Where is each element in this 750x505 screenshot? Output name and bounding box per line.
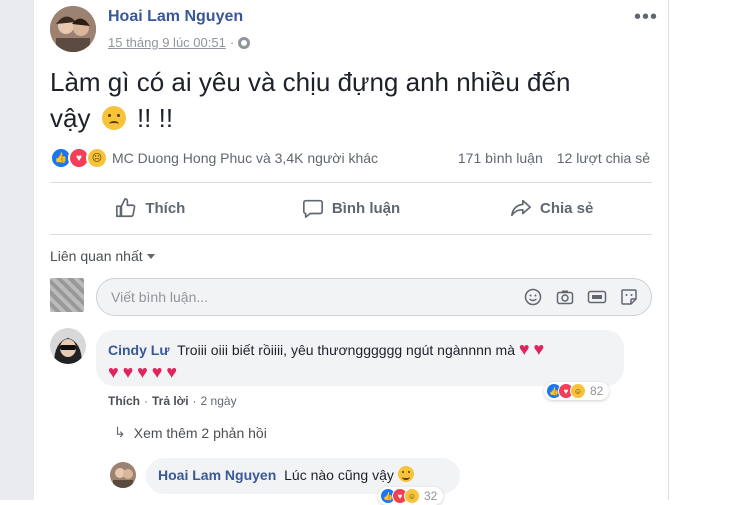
current-user-avatar: [50, 278, 84, 312]
comment-reply-link[interactable]: Trả lời: [152, 394, 189, 408]
heart-emoji-icon: ♥: [166, 362, 177, 382]
separator-dot: ·: [144, 394, 148, 408]
heart-emoji-icon: ♥: [122, 362, 134, 382]
reply-author-name[interactable]: Hoai Lam Nguyen: [158, 467, 276, 483]
comment-author-avatar[interactable]: [50, 328, 86, 364]
divider-top: [50, 182, 652, 183]
haha-reaction-icon: ☺: [570, 383, 586, 399]
comment-sort-dropdown[interactable]: Liên quan nhất: [50, 248, 155, 264]
more-options-icon[interactable]: •••: [634, 6, 658, 29]
post-meta: 15 tháng 9 lúc 00:51 ·: [108, 35, 251, 50]
reply-arrow-icon: ↳: [114, 424, 126, 440]
divider-bottom: [50, 234, 652, 235]
comment-button[interactable]: Bình luận: [251, 184, 452, 232]
comment-actions: Thích · Trả lời · 2 ngày: [108, 394, 237, 408]
reply-author-avatar[interactable]: [110, 462, 136, 488]
like-button[interactable]: Thích: [50, 184, 251, 232]
comment-bubble: Cindy Lư Troiii oiii biết rồiiii, yêu th…: [96, 330, 624, 386]
post-timestamp[interactable]: 15 tháng 9 lúc 00:51: [108, 35, 226, 50]
post-text-line2-start: vậy: [50, 103, 91, 133]
camera-icon[interactable]: [555, 287, 575, 307]
heart-emoji-icon: ♥: [137, 362, 148, 382]
share-button-label: Chia sẻ: [540, 199, 594, 217]
comment-reaction-count: 82: [590, 384, 604, 398]
sad-reaction-icon: ☹: [86, 147, 108, 169]
view-more-replies-label: Xem thêm 2 phản hồi: [133, 424, 267, 441]
share-button[interactable]: Chia sẻ: [451, 184, 652, 232]
post-actions: Thích Bình luận Chia sẻ: [50, 184, 652, 232]
left-background: [0, 0, 34, 500]
like-button-label: Thích: [145, 199, 186, 217]
comment-button-label: Bình luận: [331, 199, 401, 217]
comment-time[interactable]: 2 ngày: [201, 394, 237, 408]
post-text: Làm gì có ai yêu và chịu đựng anh nhiều …: [50, 64, 650, 136]
post-text-line1: Làm gì có ai yêu và chịu đựng anh nhiều …: [50, 67, 571, 97]
separator-dot: ·: [192, 394, 197, 408]
caret-down-icon: [146, 253, 155, 259]
reaction-icons[interactable]: 👍 ♥ ☹: [50, 147, 108, 169]
emoji-icon[interactable]: [523, 287, 543, 307]
smile-emoji-icon: [397, 466, 414, 482]
post-card: Hoai Lam Nguyen 15 tháng 9 lúc 00:51 · •…: [34, 0, 669, 505]
sticker-icon[interactable]: [619, 287, 639, 307]
meta-separator: ·: [229, 35, 235, 50]
reply-text: Lúc nào cũng vậy: [284, 467, 394, 483]
shares-count[interactable]: 12 lượt chia sẻ: [557, 150, 650, 166]
comments-count[interactable]: 171 bình luận: [458, 150, 543, 166]
gif-icon[interactable]: [587, 287, 607, 307]
comment-box-icons: [523, 287, 639, 307]
comment-text: Troiii oiii biết rồiiii, yêu thươngggggg…: [177, 342, 516, 358]
haha-reaction-icon: ☺: [404, 488, 420, 504]
reply-reaction-summary[interactable]: 👍 ♥ ☺ 32: [378, 487, 444, 505]
reply-reaction-count: 32: [424, 489, 438, 503]
sad-face-emoji-icon: [101, 106, 126, 130]
globe-icon[interactable]: [238, 36, 251, 49]
comment-bubble-icon: [302, 199, 323, 218]
comment-box: [96, 278, 652, 316]
comment-author-name[interactable]: Cindy Lư: [108, 342, 169, 358]
sort-label: Liên quan nhất: [50, 248, 143, 264]
thumbs-up-icon: [116, 198, 136, 218]
view-more-replies[interactable]: ↳ Xem thêm 2 phản hồi: [114, 424, 267, 441]
post-text-line2-end: !! !!: [136, 103, 174, 133]
heart-emoji-icon: ♥: [151, 362, 163, 382]
heart-emoji-icon: ♥: [533, 339, 545, 359]
share-arrow-icon: [511, 199, 531, 217]
comment-reaction-summary[interactable]: 👍 ♥ ☺ 82: [544, 382, 610, 400]
heart-emoji-icon: ♥: [108, 362, 119, 382]
author-avatar[interactable]: [50, 6, 96, 52]
heart-emoji-icon: ♥: [518, 339, 530, 359]
comment-like-link[interactable]: Thích: [108, 394, 140, 408]
reaction-summary: 👍 ♥ ☹ MC Duong Hong Phuc và 3,4K người k…: [50, 147, 650, 169]
reaction-names[interactable]: MC Duong Hong Phuc và 3,4K người khác: [112, 150, 458, 166]
post-author-name[interactable]: Hoai Lam Nguyen: [108, 8, 243, 26]
engagement-counts: 171 bình luận 12 lượt chia sẻ: [458, 150, 650, 166]
comment-input[interactable]: [109, 288, 523, 306]
